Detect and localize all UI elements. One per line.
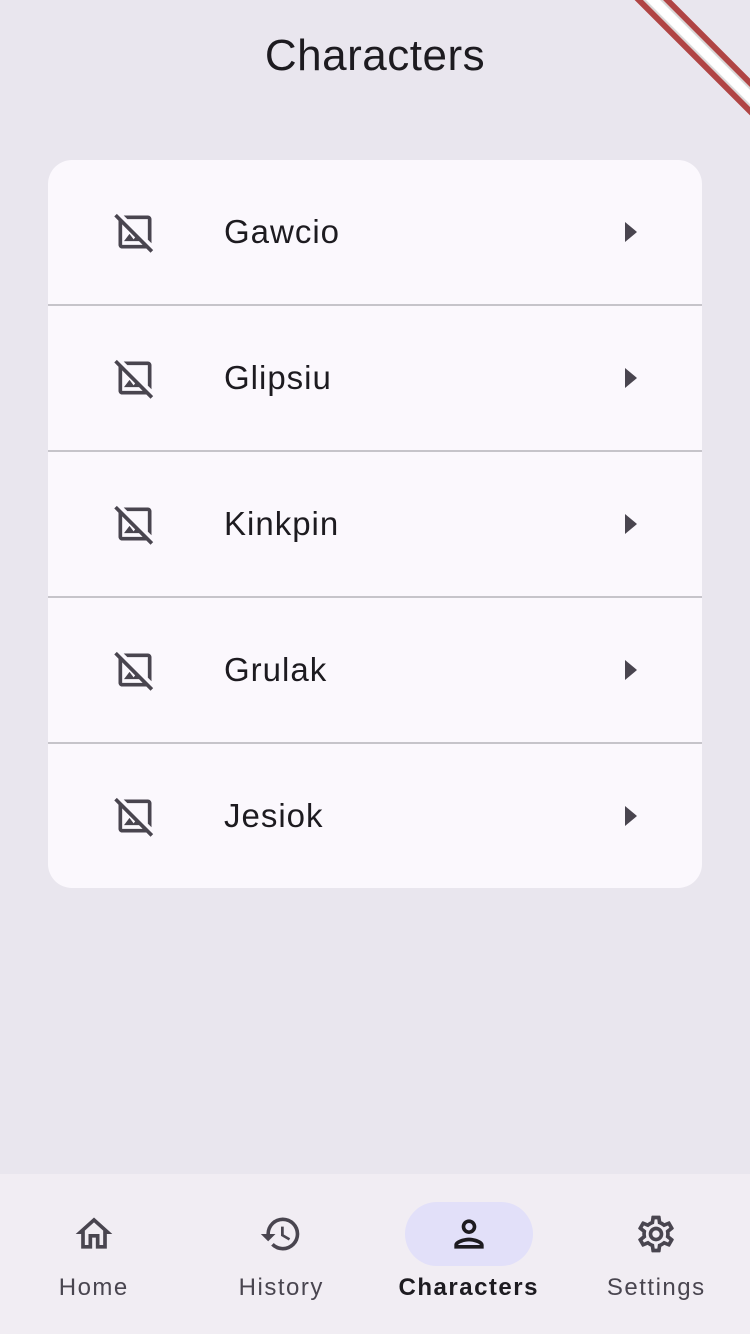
character-list: Gawcio Glipsiu Kinkpin Grulak Jesiok: [48, 160, 702, 888]
character-name: Grulak: [224, 651, 328, 688]
nav-label: Home: [58, 1274, 129, 1301]
app-bar: Characters: [0, 0, 750, 112]
hide-image-icon: [48, 648, 224, 692]
nav-item-settings[interactable]: Settings: [563, 1174, 750, 1334]
home-icon: [75, 1217, 113, 1249]
nav-label: Characters: [398, 1274, 539, 1301]
character-name: Gawcio: [224, 213, 341, 250]
hide-image-icon: [48, 210, 224, 254]
arrow-right-icon: [558, 804, 702, 828]
nav-item-history[interactable]: History: [188, 1174, 376, 1334]
history-icon: [261, 1217, 300, 1251]
list-item[interactable]: Glipsiu: [48, 306, 702, 452]
gear-icon: [638, 1215, 675, 1253]
nav-label: Settings: [606, 1274, 706, 1301]
hide-image-icon: [48, 502, 224, 546]
arrow-right-icon: [558, 658, 702, 682]
list-item[interactable]: Gawcio: [48, 160, 702, 306]
active-indicator: [404, 1202, 533, 1266]
arrow-right-icon: [558, 366, 702, 390]
list-item[interactable]: Grulak: [48, 598, 702, 744]
character-name: Glipsiu: [224, 359, 332, 396]
hide-image-icon: [48, 794, 224, 838]
page-title: Characters: [264, 31, 486, 80]
nav-label: History: [238, 1274, 324, 1301]
arrow-right-icon: [558, 512, 702, 536]
character-name: Kinkpin: [224, 505, 340, 542]
arrow-right-icon: [558, 220, 702, 244]
list-item[interactable]: Kinkpin: [48, 452, 702, 598]
hide-image-icon: [48, 356, 224, 400]
nav-item-home[interactable]: Home: [0, 1174, 188, 1334]
nav-item-characters[interactable]: Characters: [375, 1174, 563, 1334]
character-name: Jesiok: [224, 797, 324, 834]
bottom-navigation: Home History Characters Settings: [0, 1174, 750, 1334]
person-icon: [454, 1219, 484, 1249]
characters-screen: Characters Gawcio Glipsiu Kinkpin Grulak…: [0, 0, 750, 1334]
list-item[interactable]: Jesiok: [48, 744, 702, 888]
